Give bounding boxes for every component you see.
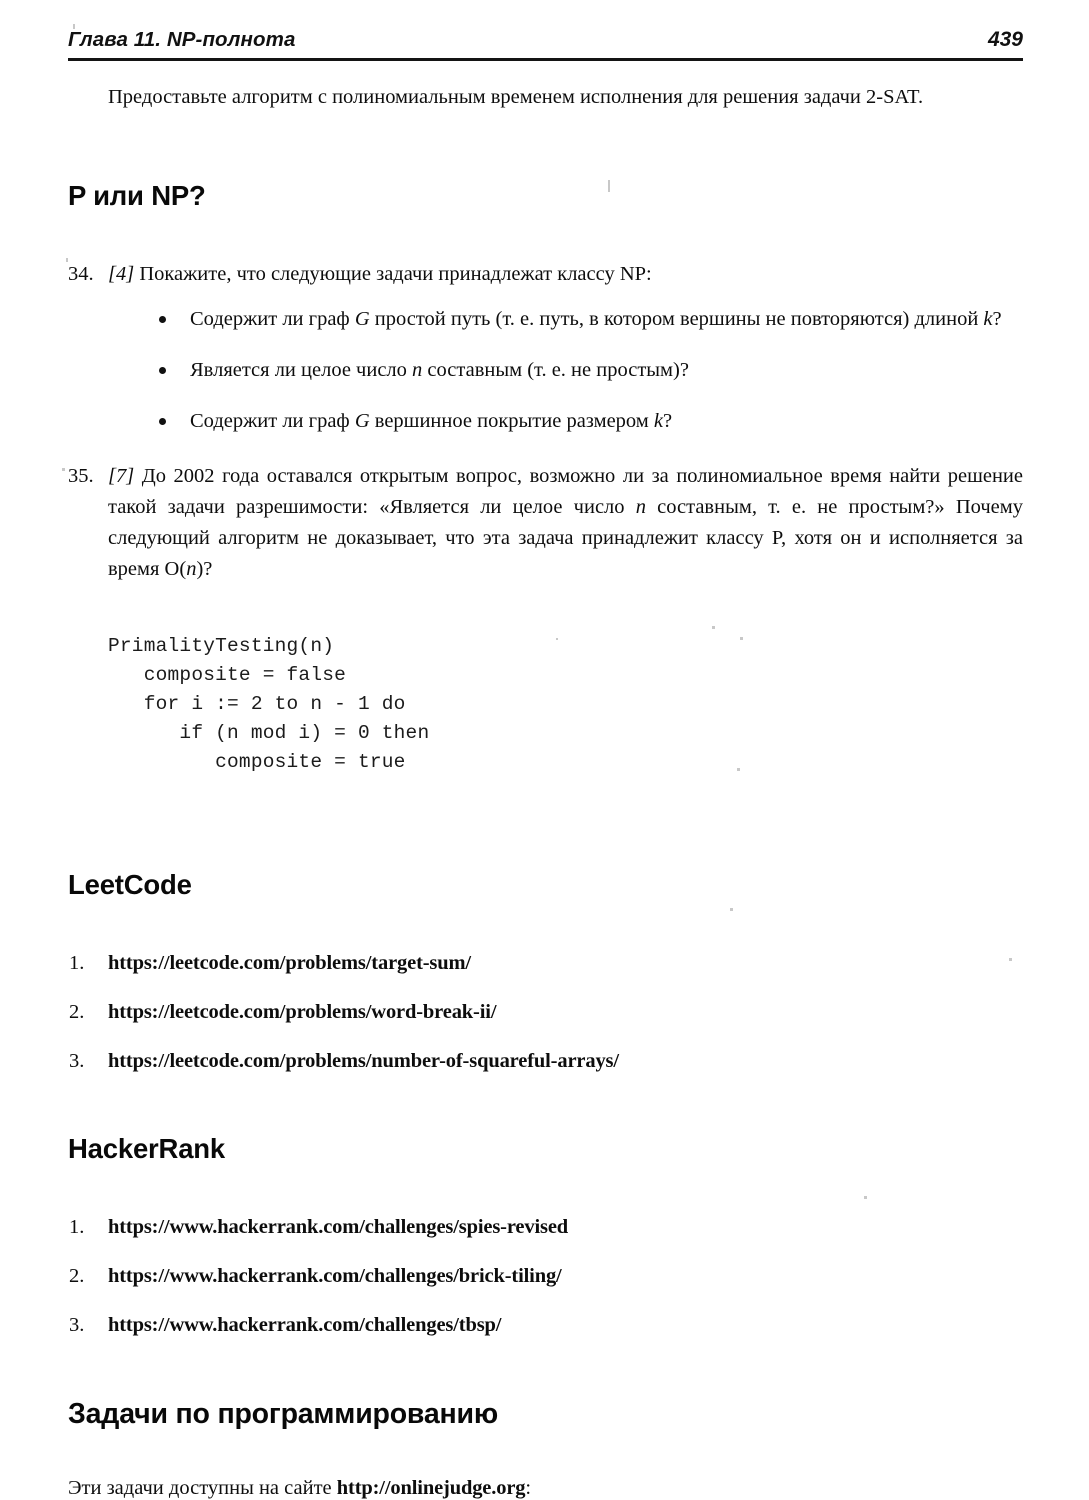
header-divider [68, 58, 1023, 61]
exercise-text: Покажите, что следующие задачи принадлеж… [139, 262, 652, 285]
bullet-dot-icon [159, 366, 166, 374]
list-item[interactable]: 2. https://www.hackerrank.com/challenges… [68, 1261, 1023, 1291]
list-item-number: 2. [69, 1001, 85, 1024]
exercise-list: 34. [4] Покажите, что следующие задачи п… [68, 259, 1023, 585]
page-number: 439 [987, 28, 1023, 51]
bullet-item: Содержит ли граф G вершинное покрытие ра… [155, 406, 1023, 437]
list-item[interactable]: 2. https://leetcode.com/problems/word-br… [68, 997, 1023, 1027]
exercise-text: До 2002 года оставался открытым вопрос, … [108, 464, 1023, 580]
heading-p-or-np: P или NP? [68, 179, 206, 211]
hackerrank-link-list: 1. https://www.hackerrank.com/challenges… [68, 1212, 1023, 1340]
heading-hackerrank: HackerRank [68, 1133, 225, 1165]
leetcode-link-list: 1. https://leetcode.com/problems/target-… [68, 948, 1023, 1076]
list-item[interactable]: 1. https://leetcode.com/problems/target-… [68, 948, 1023, 978]
hackerrank-url[interactable]: https://www.hackerrank.com/challenges/sp… [108, 1216, 568, 1238]
scan-speck [62, 468, 65, 471]
list-item-number: 1. [69, 1215, 85, 1238]
exercise-difficulty: [4] [108, 262, 135, 285]
list-item-number: 3. [69, 1313, 85, 1336]
bullet-dot-icon [159, 417, 166, 425]
heading-programming-tasks: Задачи по программированию [68, 1397, 498, 1430]
exercise-34-bullets: Содержит ли граф G простой путь (т. е. п… [155, 304, 1023, 437]
list-item-number: 1. [69, 952, 85, 975]
bullet-item: Содержит ли граф G простой путь (т. е. п… [155, 304, 1023, 335]
document-page: Глава 11. NP-полнота 439 Предоставьте ал… [0, 0, 1089, 1500]
scan-speck [737, 768, 740, 771]
list-item[interactable]: 3. https://leetcode.com/problems/number-… [68, 1046, 1023, 1076]
scan-speck [556, 638, 558, 640]
scan-speck [712, 626, 715, 629]
heading-leetcode: LeetCode [68, 869, 192, 901]
exercise-difficulty: [7] [108, 464, 135, 487]
leetcode-url[interactable]: https://leetcode.com/problems/word-break… [108, 1001, 497, 1023]
exercise-number: 35. [68, 464, 94, 487]
exercise-number: 34. [68, 262, 94, 285]
running-head: Глава 11. NP-полнота 439 [68, 28, 1023, 52]
list-item[interactable]: 3. https://www.hackerrank.com/challenges… [68, 1310, 1023, 1340]
bullet-text: Содержит ли граф G вершинное покрытие ра… [190, 409, 673, 432]
onlinejudge-link[interactable]: http://onlinejudge.org [337, 1477, 526, 1499]
scan-speck [864, 1196, 867, 1199]
intro-paragraph: Предоставьте алгоритм с полиномиальным в… [108, 86, 924, 108]
bullet-dot-icon [159, 315, 166, 323]
leetcode-url[interactable]: https://leetcode.com/problems/target-sum… [108, 952, 471, 974]
exercise-item-35: 35. [7] До 2002 года оставался открытым … [68, 461, 1023, 585]
programming-tasks-intro: Эти задачи доступны на сайте http://onli… [68, 1473, 1023, 1500]
bullet-text: Содержит ли граф G простой путь (т. е. п… [190, 307, 1002, 330]
scan-speck [730, 908, 733, 911]
hackerrank-url[interactable]: https://www.hackerrank.com/challenges/br… [108, 1265, 562, 1287]
leetcode-url[interactable]: https://leetcode.com/problems/number-of-… [108, 1050, 619, 1072]
intro-text-before: Эти задачи доступны на сайте [68, 1477, 337, 1500]
bullet-item: Является ли целое число n составным (т. … [155, 355, 1023, 386]
exercise-item-34: 34. [4] Покажите, что следующие задачи п… [68, 259, 1023, 437]
page-content: Предоставьте алгоритм с полиномиальным в… [68, 82, 1023, 1500]
scan-speck [608, 180, 610, 192]
bullet-text: Является ли целое число n составным (т. … [190, 358, 689, 381]
list-item[interactable]: 1. https://www.hackerrank.com/challenges… [68, 1212, 1023, 1242]
list-item-number: 3. [69, 1050, 85, 1073]
list-item-number: 2. [69, 1264, 85, 1287]
code-block-primality-testing: PrimalityTesting(n) composite = false fo… [108, 635, 430, 774]
scan-speck [66, 258, 68, 262]
chapter-title: Глава 11. NP-полнота [68, 28, 296, 51]
scan-speck [740, 637, 743, 640]
hackerrank-url[interactable]: https://www.hackerrank.com/challenges/tb… [108, 1314, 501, 1336]
intro-text-after: : [525, 1477, 532, 1500]
scan-speck [73, 24, 75, 29]
scan-speck [1009, 958, 1012, 961]
